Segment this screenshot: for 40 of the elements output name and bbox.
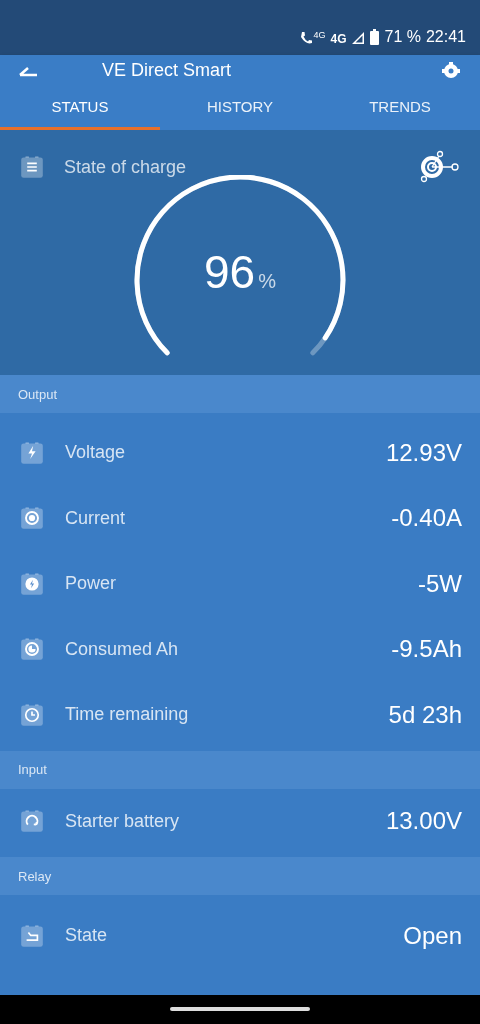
charge-percent: 96 <box>204 245 256 299</box>
reading-label: Power <box>65 573 118 595</box>
percent-unit: % <box>258 270 276 293</box>
reading-label: Starter battery <box>65 810 181 832</box>
reading-label: Current <box>65 507 127 529</box>
reading-value: 5d 23h <box>388 700 462 729</box>
clock-time: 22:41 <box>425 29 466 45</box>
battery-icon <box>370 29 380 45</box>
reading-label: State <box>65 925 109 947</box>
tab[interactable]: TRENDS <box>320 85 480 130</box>
reading-value: Open <box>403 921 462 950</box>
target-icon <box>20 506 44 531</box>
reading-value: -5W <box>418 569 462 598</box>
list-icon <box>20 155 44 179</box>
gauge-label: State of charge <box>64 156 188 178</box>
reading-value: 12.93V <box>385 438 462 467</box>
reading-label: Voltage <box>65 442 127 464</box>
lightning-icon <box>20 440 44 465</box>
reading-value: 13.00V <box>385 807 462 836</box>
signal-icon <box>351 31 366 45</box>
bluetooth-link-icon[interactable] <box>420 150 460 184</box>
tab[interactable]: HISTORY <box>160 85 320 130</box>
screen-title: VE Direct Smart <box>102 59 233 81</box>
battery-percent: 71 % <box>384 29 421 45</box>
section-title: Input <box>18 762 47 777</box>
power-icon <box>20 571 44 596</box>
network-label: 4G <box>313 31 326 40</box>
pie-icon <box>20 637 44 662</box>
reading-label: Consumed Ah <box>65 638 180 660</box>
reading-label: Time remaining <box>65 704 190 726</box>
switch-icon <box>20 923 44 948</box>
section-title: Output <box>18 386 58 402</box>
settings-icon[interactable] <box>440 61 462 79</box>
clock-icon <box>20 702 44 727</box>
phone-icon <box>300 31 313 45</box>
reading-value: -9.5Ah <box>391 635 462 664</box>
reading-value: -0.40A <box>391 504 462 533</box>
loop-icon <box>20 809 44 834</box>
network-label: 4G <box>330 33 347 45</box>
section-title: Relay <box>18 868 52 884</box>
